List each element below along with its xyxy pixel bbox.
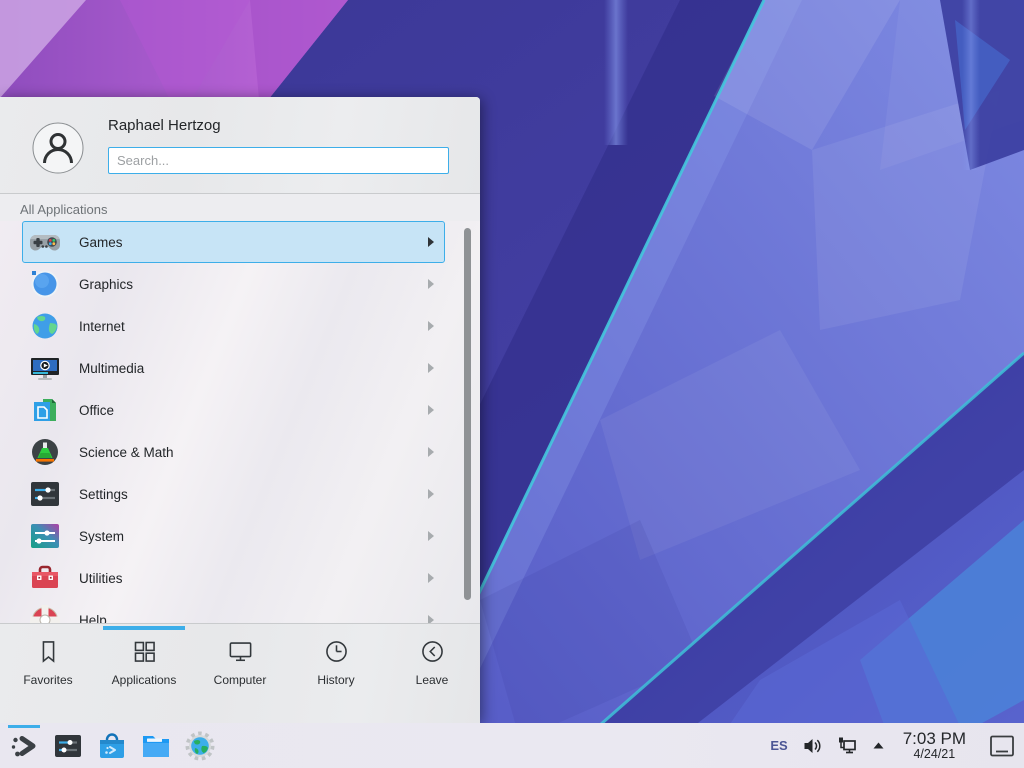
tab-label: Applications xyxy=(112,673,177,687)
digital-clock[interactable]: 7:03 PM 4/24/21 xyxy=(903,730,966,761)
category-label: Utilities xyxy=(79,571,428,586)
category-label: Graphics xyxy=(79,277,428,292)
submenu-arrow-icon xyxy=(428,489,434,499)
submenu-arrow-icon xyxy=(428,615,434,623)
section-label: All Applications xyxy=(0,194,480,221)
submenu-arrow-icon xyxy=(428,363,434,373)
category-label: Multimedia xyxy=(79,361,428,376)
system-settings-button[interactable] xyxy=(50,725,86,766)
tab-label: Favorites xyxy=(23,673,72,687)
file-manager-button[interactable] xyxy=(138,725,174,766)
application-category-list: Games Graphics xyxy=(0,221,480,623)
category-row-graphics[interactable]: Graphics xyxy=(22,263,445,305)
category-label: Settings xyxy=(79,487,428,502)
keyboard-layout-indicator[interactable]: ES xyxy=(770,738,787,753)
expand-tray-icon[interactable] xyxy=(871,738,886,753)
category-row-games[interactable]: Games xyxy=(22,221,445,263)
desktop: Raphael Hertzog All Applications xyxy=(0,0,1024,768)
user-name: Raphael Hertzog xyxy=(108,117,221,134)
submenu-arrow-icon xyxy=(428,279,434,289)
wired-network-icon[interactable] xyxy=(836,735,858,757)
category-row-settings[interactable]: Settings xyxy=(22,473,445,515)
science-math-icon xyxy=(29,436,61,468)
system-settings-icon xyxy=(52,730,84,762)
leave-icon xyxy=(419,638,446,665)
launcher-header: Raphael Hertzog xyxy=(0,97,480,194)
category-row-system[interactable]: System xyxy=(22,515,445,557)
system-tray: ES 7:03 PM 4/24/21 xyxy=(770,730,1016,761)
tab-label: Computer xyxy=(214,673,267,687)
category-label: Internet xyxy=(79,319,428,334)
clock-date: 4/24/21 xyxy=(903,748,966,761)
launcher-tab-bar: Favorites Applications Computer xyxy=(0,623,480,723)
tab-applications[interactable]: Applications xyxy=(96,638,192,723)
tab-label: Leave xyxy=(416,673,449,687)
help-icon xyxy=(29,604,61,623)
category-label: Science & Math xyxy=(79,445,428,460)
tab-history[interactable]: History xyxy=(288,638,384,723)
category-row-science-math[interactable]: Science & Math xyxy=(22,431,445,473)
category-label: Office xyxy=(79,403,428,418)
system-icon xyxy=(29,520,61,552)
category-row-internet[interactable]: Internet xyxy=(22,305,445,347)
application-launcher-button[interactable] xyxy=(6,725,42,766)
games-icon xyxy=(29,226,61,258)
category-row-office[interactable]: Office xyxy=(22,389,445,431)
category-label: Help xyxy=(79,613,428,624)
favorites-icon xyxy=(35,638,62,665)
volume-icon[interactable] xyxy=(801,735,823,757)
user-avatar-icon[interactable] xyxy=(32,122,84,174)
category-label: System xyxy=(79,529,428,544)
clock-time: 7:03 PM xyxy=(903,730,966,748)
tab-favorites[interactable]: Favorites xyxy=(0,638,96,723)
web-browser-button[interactable] xyxy=(182,725,218,766)
history-icon xyxy=(323,638,350,665)
application-launcher-menu: Raphael Hertzog All Applications xyxy=(0,97,480,723)
application-launcher-icon xyxy=(8,730,40,762)
office-icon xyxy=(29,394,61,426)
category-label: Games xyxy=(79,235,428,250)
search-input[interactable] xyxy=(108,147,449,174)
category-row-utilities[interactable]: Utilities xyxy=(22,557,445,599)
graphics-icon xyxy=(29,268,61,300)
submenu-arrow-icon xyxy=(428,321,434,331)
taskbar-panel: ES 7:03 PM 4/24/21 xyxy=(0,723,1024,768)
tab-computer[interactable]: Computer xyxy=(192,638,288,723)
internet-icon xyxy=(29,310,61,342)
category-row-multimedia[interactable]: Multimedia xyxy=(22,347,445,389)
web-browser-icon xyxy=(184,730,216,762)
submenu-arrow-icon xyxy=(428,447,434,457)
list-scrollbar[interactable] xyxy=(464,228,471,600)
discover-button[interactable] xyxy=(94,725,130,766)
utilities-icon xyxy=(29,562,61,594)
tab-leave[interactable]: Leave xyxy=(384,638,480,723)
file-manager-icon xyxy=(140,730,172,762)
applications-icon xyxy=(131,638,158,665)
computer-icon xyxy=(227,638,254,665)
submenu-arrow-icon xyxy=(428,237,434,247)
settings-icon xyxy=(29,478,61,510)
show-desktop-icon[interactable] xyxy=(989,733,1016,759)
submenu-arrow-icon xyxy=(428,531,434,541)
submenu-arrow-icon xyxy=(428,405,434,415)
category-row-help[interactable]: Help xyxy=(22,599,445,623)
tab-label: History xyxy=(317,673,354,687)
submenu-arrow-icon xyxy=(428,573,434,583)
discover-icon xyxy=(96,730,128,762)
multimedia-icon xyxy=(29,352,61,384)
